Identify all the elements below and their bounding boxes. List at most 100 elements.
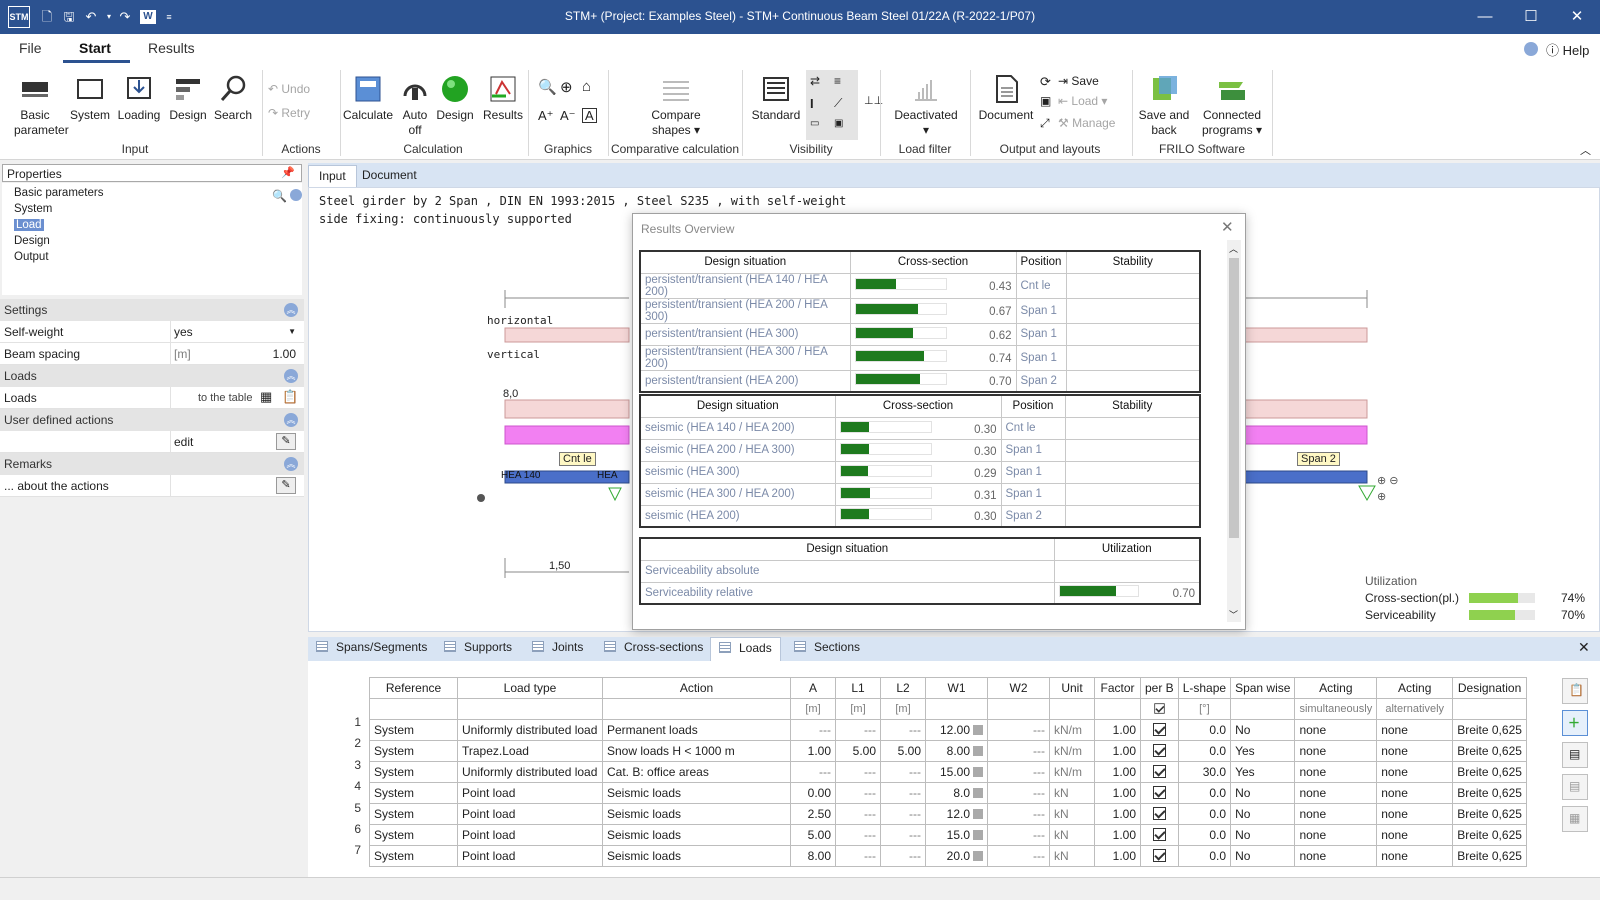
table-cell[interactable]: System (369, 740, 458, 762)
menu-start[interactable]: Start (79, 40, 111, 56)
column-header[interactable]: W2 (987, 677, 1050, 699)
table-row[interactable]: System Point load Seismic loads 2.50 --- --- 1… (369, 803, 1527, 825)
toggle-axes-icon[interactable]: ⟋ (834, 96, 842, 111)
table-cell[interactable]: --- (880, 719, 926, 741)
table-cell[interactable]: 8.00 (790, 845, 836, 867)
table-cell[interactable]: Yes (1230, 761, 1296, 783)
result-row[interactable]: seismic (HEA 300) 0.29 Span 1 (639, 460, 1201, 484)
table-cell[interactable]: --- (987, 719, 1050, 741)
table-cell[interactable]: --- (880, 803, 926, 825)
standard-button[interactable]: Standard (748, 74, 804, 123)
table-cell[interactable]: 1.00 (1094, 845, 1141, 867)
loading-button[interactable]: Loading (114, 74, 164, 123)
table-cell[interactable]: 5.00 (790, 824, 836, 846)
table-cell[interactable]: 0.0 (1177, 740, 1232, 762)
table-cell[interactable]: --- (880, 761, 926, 783)
per-b-checkbox[interactable] (1152, 744, 1166, 757)
result-row[interactable]: seismic (HEA 200 / HEA 300) 0.30 Span 1 (639, 438, 1201, 462)
export-icon[interactable]: ⤢ (1040, 116, 1050, 131)
table-cell[interactable]: kN/m (1049, 740, 1095, 762)
table-cell[interactable]: --- (880, 824, 926, 846)
per-b-checkbox[interactable] (1152, 723, 1166, 736)
compare-shapes-button[interactable]: Compare shapes ▾ (640, 74, 712, 138)
collapse-icon[interactable]: ︽ (284, 413, 298, 427)
result-row[interactable]: Serviceability absolute (639, 559, 1201, 583)
self-weight-select[interactable]: yes (174, 325, 193, 339)
table-cell[interactable]: Seismic loads (602, 824, 791, 846)
table-cell[interactable] (1140, 782, 1179, 804)
table-cell[interactable]: 0.0 (1177, 824, 1232, 846)
tab-document[interactable]: Document (352, 165, 427, 187)
refresh-icon[interactable]: ⟳ (1040, 74, 1051, 90)
table-cell[interactable]: none (1376, 719, 1454, 741)
table-cell[interactable]: Cat. B: office areas (602, 761, 791, 783)
table-cell[interactable]: 1.00 (1094, 824, 1141, 846)
value-dropdown-icon[interactable] (973, 851, 983, 861)
font-smaller-icon[interactable]: A⁻ (560, 108, 576, 124)
column-header[interactable]: L2 (880, 677, 926, 699)
toggle-labels-icon[interactable]: ▣ (834, 118, 843, 129)
load-layout-button[interactable]: ⇤ Load ▾ (1058, 94, 1107, 108)
table-cell[interactable]: 12.00 (925, 719, 988, 741)
table-cell[interactable]: 0.0 (1177, 782, 1232, 804)
value-dropdown-icon[interactable] (973, 809, 983, 819)
result-row[interactable]: persistent/transient (HEA 140 / HEA 200)… (639, 272, 1201, 299)
column-header[interactable]: Acting (1376, 677, 1454, 699)
collapse-icon[interactable]: ︽ (284, 369, 298, 383)
zoom-icon[interactable]: 🔍 (538, 78, 557, 96)
table-cell[interactable]: kN (1049, 803, 1095, 825)
table-cell[interactable]: --- (835, 803, 881, 825)
table-cell[interactable]: --- (987, 782, 1050, 804)
zoom-in-small-icon[interactable]: ⊕ ⊖ (1377, 474, 1399, 487)
table-cell[interactable] (1140, 740, 1179, 762)
table-cell[interactable] (1140, 803, 1179, 825)
table-row[interactable]: System Point load Seismic loads 0.00 --- --- 8… (369, 782, 1527, 804)
table-cell[interactable]: none (1376, 803, 1454, 825)
table-cell[interactable]: --- (987, 740, 1050, 762)
tree-item-design[interactable]: Design (14, 235, 50, 247)
close-window-button[interactable]: ✕ (1554, 0, 1600, 34)
collapse-ribbon-icon[interactable] (1524, 42, 1538, 56)
column-header[interactable]: Factor (1094, 677, 1141, 699)
side-add-row-icon[interactable]: ＋ (1562, 710, 1588, 736)
side-delete-row-icon[interactable]: ▤ (1562, 774, 1588, 800)
dialog-close-button[interactable]: ✕ (1221, 218, 1234, 236)
table-cell[interactable]: --- (880, 845, 926, 867)
table-cell[interactable]: 2.50 (790, 803, 836, 825)
per-b-checkbox[interactable] (1152, 849, 1166, 862)
per-b-checkbox[interactable] (1152, 807, 1166, 820)
font-style-icon[interactable]: A (582, 108, 597, 123)
table-cell[interactable]: 1.00 (790, 740, 836, 762)
table-cell[interactable]: System (369, 761, 458, 783)
table-cell[interactable]: System (369, 782, 458, 804)
zoom-plus-small-icon[interactable]: ⊕ (1377, 490, 1386, 503)
table-cell[interactable]: kN (1049, 824, 1095, 846)
edit-icon[interactable]: ✎ (276, 477, 296, 494)
per-b-all-checkbox[interactable] (1154, 703, 1165, 714)
remarks-section-header[interactable]: Remarks ︽ (0, 453, 304, 475)
table-cell[interactable]: --- (835, 782, 881, 804)
side-table-icon[interactable]: ▦ (1562, 806, 1588, 832)
table-cell[interactable]: none (1376, 824, 1454, 846)
basic-parameter-button[interactable]: Basic parameter (14, 74, 69, 138)
table-cell[interactable]: Seismic loads (602, 782, 791, 804)
table-cell[interactable]: Breite 0,625 (1452, 761, 1527, 783)
table-cell[interactable]: --- (835, 845, 881, 867)
tree-item-basic-parameters[interactable]: Basic parameters (14, 187, 103, 199)
table-cell[interactable]: none (1376, 761, 1454, 783)
table-cell[interactable]: --- (987, 824, 1050, 846)
table-cell[interactable]: 8.0 (925, 782, 988, 804)
table-cell[interactable]: 0.0 (1177, 803, 1232, 825)
table-cell[interactable]: No (1230, 782, 1296, 804)
close-panel-icon[interactable]: ✕ (1578, 639, 1590, 656)
table-cell[interactable]: 30.0 (1177, 761, 1232, 783)
tree-collapse-icon[interactable] (290, 189, 302, 201)
table-cell[interactable]: none (1294, 845, 1378, 867)
column-header[interactable]: Unit (1049, 677, 1095, 699)
value-dropdown-icon[interactable] (973, 788, 983, 798)
tab-sections[interactable]: Sections (794, 640, 860, 654)
table-cell[interactable]: 15.00 (925, 761, 988, 783)
table-cell[interactable]: none (1376, 782, 1454, 804)
zoom-in-icon[interactable]: ⊕ (560, 78, 573, 96)
table-cell[interactable]: Breite 0,625 (1452, 845, 1527, 867)
